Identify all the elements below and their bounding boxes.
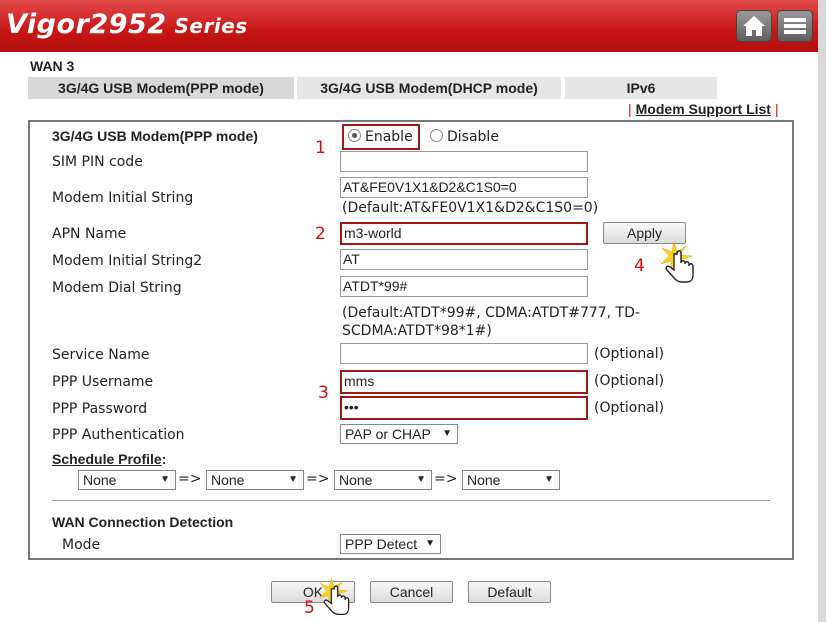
annotation-3: 3 xyxy=(318,383,329,403)
init-string2-input[interactable]: AT xyxy=(340,249,588,270)
username-label: PPP Username xyxy=(52,374,154,390)
modem-support-link-wrap: | Modem Support List | xyxy=(624,101,783,117)
tab-ppp-mode[interactable]: 3G/4G USB Modem(PPP mode) xyxy=(28,77,294,99)
tab-ipv6[interactable]: IPv6 xyxy=(565,77,717,99)
cancel-button[interactable]: Cancel xyxy=(370,581,453,603)
annotation-4: 4 xyxy=(634,256,645,276)
annotation-2: 2 xyxy=(315,224,326,244)
radio-enable[interactable] xyxy=(348,129,361,142)
apn-label: APN Name xyxy=(52,226,127,242)
click-hand-icon xyxy=(660,241,694,283)
sim-pin-input[interactable] xyxy=(340,151,588,172)
username-input[interactable]: mms xyxy=(340,370,588,394)
sim-pin-label: SIM PIN code xyxy=(52,154,143,170)
menu-button[interactable] xyxy=(778,11,812,41)
disable-label: Disable xyxy=(447,129,499,145)
disable-option[interactable]: Disable xyxy=(430,129,499,145)
init-string-default: (Default:AT&FE0V1X1&D2&C1S0=0) xyxy=(342,200,599,216)
schedule-value: None xyxy=(211,472,245,488)
enable-option[interactable]: Enable xyxy=(348,129,413,145)
password-label: PPP Password xyxy=(52,401,148,417)
chevron-down-icon: ▼ xyxy=(425,538,435,549)
enable-label: Enable xyxy=(365,129,413,145)
detect-mode-label: Mode xyxy=(62,537,101,553)
schedule-label-wrap: Schedule Profile: xyxy=(52,451,166,467)
dial-string-input[interactable]: ATDT*99# xyxy=(340,276,588,297)
chevron-down-icon: ▼ xyxy=(160,474,170,485)
auth-select[interactable]: PAP or CHAP ▼ xyxy=(340,424,458,444)
brand-name: Vigor2952 xyxy=(6,9,167,40)
schedule-arrow: => xyxy=(178,471,202,487)
detect-mode-value: PPP Detect xyxy=(345,536,418,552)
schedule-select-4[interactable]: None ▼ xyxy=(462,470,560,490)
home-icon xyxy=(743,16,765,36)
default-button[interactable]: Default xyxy=(468,581,551,603)
password-input[interactable]: ••• xyxy=(340,396,588,420)
schedule-colon: : xyxy=(161,451,167,467)
schedule-profile-link[interactable]: Schedule Profile xyxy=(52,451,162,467)
annotation-1: 1 xyxy=(315,138,326,158)
apn-input[interactable]: m3-world xyxy=(340,222,588,245)
dial-default-line1: (Default:ATDT*99#, CDMA:ATDT#777, TD- xyxy=(342,305,640,321)
schedule-arrow: => xyxy=(306,471,330,487)
auth-label: PPP Authentication xyxy=(52,427,185,443)
modem-support-link[interactable]: Modem Support List xyxy=(636,101,771,117)
schedule-arrow: => xyxy=(434,471,458,487)
click-hand-icon xyxy=(319,577,350,615)
service-name-input[interactable] xyxy=(340,343,588,364)
schedule-select-2[interactable]: None ▼ xyxy=(206,470,304,490)
schedule-select-1[interactable]: None ▼ xyxy=(78,470,176,490)
page-title: WAN 3 xyxy=(30,58,75,74)
separator: | xyxy=(628,101,632,117)
chevron-down-icon: ▼ xyxy=(442,428,452,439)
tab-dhcp-mode[interactable]: 3G/4G USB Modem(DHCP mode) xyxy=(297,77,561,99)
detect-mode-select[interactable]: PPP Detect ▼ xyxy=(340,534,441,554)
scroll-frame xyxy=(818,0,826,622)
schedule-value: None xyxy=(83,472,117,488)
dial-default-line2: SCDMA:ATDT*98*1#) xyxy=(342,323,492,339)
detection-label: WAN Connection Detection xyxy=(52,514,234,530)
service-name-optional: (Optional) xyxy=(594,346,665,362)
menu-icon xyxy=(784,18,806,34)
chevron-down-icon: ▼ xyxy=(544,474,554,485)
radio-disable[interactable] xyxy=(430,129,443,142)
chevron-down-icon: ▼ xyxy=(416,474,426,485)
init-string-input[interactable]: AT&FE0V1X1&D2&C1S0=0 xyxy=(340,177,588,198)
init-string-label: Modem Initial String xyxy=(52,190,194,206)
password-optional: (Optional) xyxy=(594,400,665,416)
schedule-value: None xyxy=(467,472,501,488)
dial-string-label: Modem Dial String xyxy=(52,280,182,296)
schedule-value: None xyxy=(339,472,373,488)
home-button[interactable] xyxy=(737,11,771,41)
username-optional: (Optional) xyxy=(594,373,665,389)
separator: | xyxy=(774,101,779,117)
section-divider xyxy=(52,500,770,501)
annotation-5: 5 xyxy=(304,598,315,618)
auth-value: PAP or CHAP xyxy=(345,426,431,442)
service-name-label: Service Name xyxy=(52,347,150,363)
init-string2-label: Modem Initial String2 xyxy=(52,253,203,269)
brand-logo: Vigor2952 Series xyxy=(6,9,248,40)
mode-label: 3G/4G USB Modem(PPP mode) xyxy=(52,128,258,144)
schedule-select-3[interactable]: None ▼ xyxy=(334,470,432,490)
chevron-down-icon: ▼ xyxy=(288,474,298,485)
brand-series: Series xyxy=(174,14,248,38)
header-bar: Vigor2952 Series xyxy=(0,0,826,52)
